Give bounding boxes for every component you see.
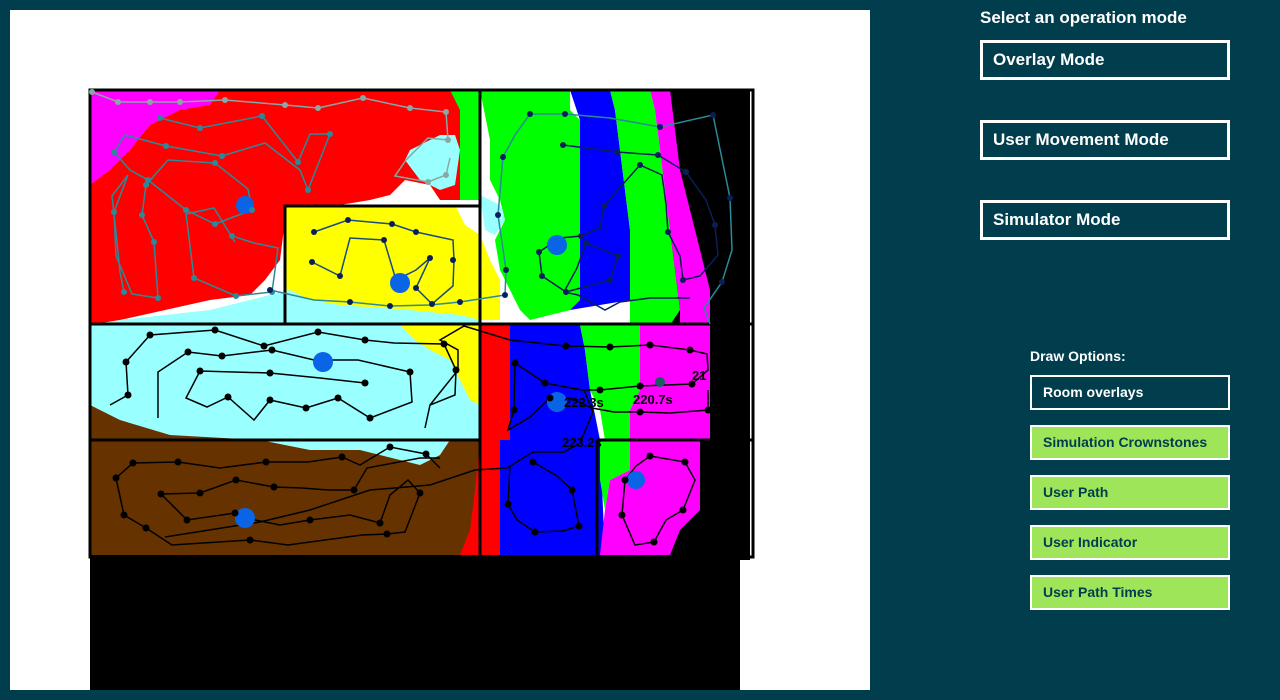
user-path-toggle[interactable]: User Path [1030,475,1230,510]
floor-void-bottom [90,555,740,690]
overlay-mode-button[interactable]: Overlay Mode [980,40,1230,80]
crownstone-marker [390,273,410,293]
path-time-label: 21 [692,368,706,383]
simulation-crownstones-toggle[interactable]: Simulation Crownstones [1030,425,1230,460]
draw-options-title: Draw Options: [1030,348,1126,364]
user-indicator-toggle[interactable]: User Indicator [1030,525,1230,560]
user-movement-mode-button[interactable]: User Movement Mode [980,120,1230,160]
crownstone-marker [235,508,255,528]
floor-plan-map[interactable]: 222.3s 220.7s 223.2s 21 [10,10,870,690]
path-time-label: 220.7s [633,392,673,407]
operation-mode-title: Select an operation mode [980,8,1187,27]
user-path-times-toggle[interactable]: User Path Times [1030,575,1230,610]
path-time-label: 222.3s [564,395,604,410]
crownstone-marker [627,471,645,489]
crownstone-marker [547,235,567,255]
crownstone-marker [313,352,333,372]
path-time-label: 223.2s [562,435,602,450]
simulator-mode-button[interactable]: Simulator Mode [980,200,1230,240]
user-indicator [655,377,665,387]
map-canvas[interactable]: 222.3s 220.7s 223.2s 21 [10,10,870,690]
room-overlays-toggle[interactable]: Room overlays [1030,375,1230,410]
